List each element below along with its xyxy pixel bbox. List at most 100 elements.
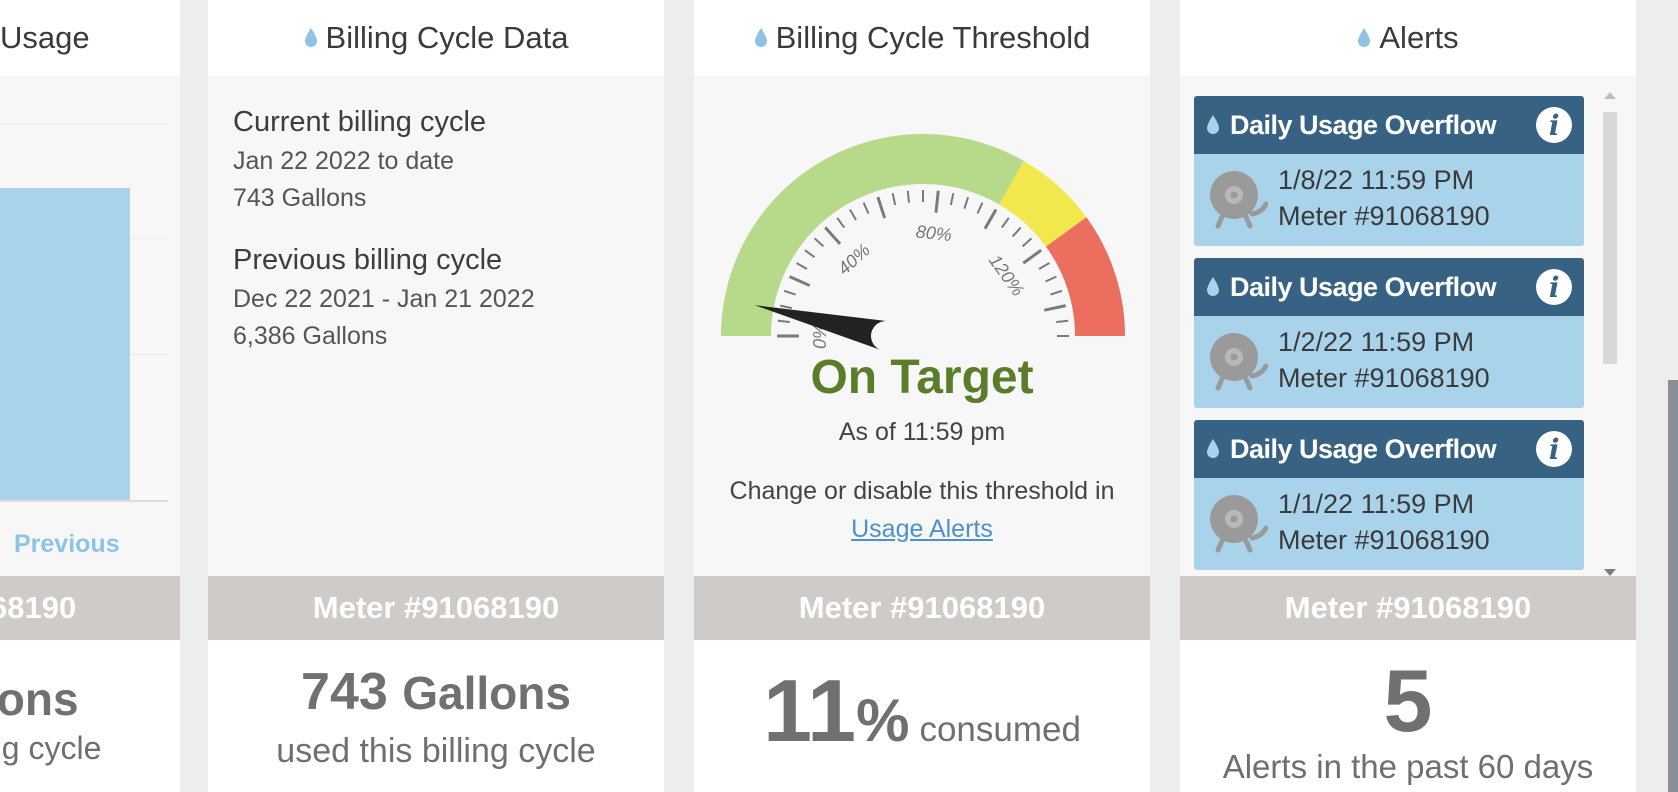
threshold-summary: 11% consumed — [694, 640, 1150, 792]
gauge-tick-label: 80% — [915, 221, 953, 245]
gauge-tick — [934, 190, 940, 213]
alert-meter: Meter #91068190 — [1278, 201, 1490, 231]
threshold-status: On Target — [810, 351, 1034, 404]
usage-summary: lons ng cycle — [0, 640, 180, 792]
gauge-tick — [1038, 262, 1050, 270]
alerts-list[interactable]: Daily Usage Overflow i 1/8/22 11:59 PM M… — [1194, 96, 1584, 576]
gauge-tick — [804, 249, 816, 259]
gauge-tick — [1011, 226, 1022, 238]
billing-cycle-data-card: Billing Cycle Data Current billing cycle… — [208, 0, 664, 792]
alerts-summary: 5 Alerts in the past 60 days — [1180, 640, 1636, 792]
alert-meter: Meter #91068190 — [1278, 363, 1490, 393]
usage-alerts-link[interactable]: Usage Alerts — [851, 515, 993, 543]
alerts-scrollbar[interactable] — [1600, 88, 1620, 576]
previous-cycle-block: Previous billing cycle Dec 22 2021 - Jan… — [233, 244, 535, 351]
alerts-list-panel[interactable]: Daily Usage Overflow i 1/8/22 11:59 PM M… — [1180, 76, 1636, 576]
scrollbar-thumb[interactable] — [1603, 112, 1617, 364]
threshold-change-note: Change or disable this threshold in Usag… — [694, 472, 1150, 548]
gauge-tick — [1043, 304, 1067, 312]
meter-number: 68190 — [0, 590, 77, 625]
gauge-tick — [983, 208, 998, 230]
alert-title: Daily Usage Overflow — [1230, 433, 1497, 464]
gauge-tick — [777, 319, 790, 323]
chart-gridline — [0, 124, 168, 125]
water-drop-icon — [754, 28, 767, 47]
alert-text: 1/1/22 11:59 PM Meter #91068190 — [1278, 486, 1490, 558]
consumed-label: consumed — [919, 710, 1081, 749]
chart-axis — [0, 500, 168, 502]
gauge-green-band — [721, 134, 1024, 336]
current-cycle-block: Current billing cycle Jan 22 2022 to dat… — [233, 106, 486, 213]
water-drop-icon — [1207, 277, 1219, 296]
alarm-bell-icon — [1210, 333, 1268, 391]
gauge-tick — [783, 289, 796, 296]
alert-header: Daily Usage Overflow i — [1194, 258, 1584, 316]
billing-summary: 743 Gallons used this billing cycle — [208, 640, 664, 792]
billing-cycle-details: Current billing cycle Jan 22 2022 to dat… — [208, 76, 664, 576]
info-icon[interactable]: i — [1536, 107, 1572, 143]
gauge-tick — [813, 237, 825, 248]
meter-label: 68190 — [0, 576, 180, 640]
gauge-tick — [906, 190, 910, 203]
gauge-tick — [1050, 289, 1063, 296]
alert-text: 1/8/22 11:59 PM Meter #91068190 — [1278, 162, 1490, 234]
window-edge — [1668, 380, 1678, 792]
gauge-tick — [1022, 248, 1042, 265]
percent-sign: % — [856, 687, 910, 754]
threshold-gauge: 0%40%80%120% — [721, 134, 1125, 351]
meter-number: Meter #91068190 — [798, 590, 1046, 625]
alerts-caption: Alerts in the past 60 days — [1222, 748, 1594, 785]
gauge-tick — [949, 192, 955, 206]
water-drop-icon — [1207, 439, 1219, 458]
gauge-tick — [849, 209, 857, 221]
gauge-tick — [876, 196, 887, 219]
threshold-change-text: Change or disable this threshold in — [729, 477, 1115, 505]
alert-details: 1/8/22 11:59 PM Meter #91068190 — [1194, 154, 1584, 246]
billing-cycle-data-title: Billing Cycle Data — [325, 20, 569, 55]
gauge-tick — [796, 262, 808, 270]
percent-value: 11 — [763, 661, 857, 760]
info-icon[interactable]: i — [1536, 269, 1572, 305]
usage-card-header: Usage — [0, 0, 180, 76]
gauge-tick — [1045, 275, 1057, 283]
usage-total: lons — [0, 673, 79, 725]
threshold-header: Billing Cycle Threshold — [694, 0, 1150, 76]
previous-cycle-range: Dec 22 2021 - Jan 21 2022 — [233, 285, 535, 313]
alert-header: Daily Usage Overflow i — [1194, 96, 1584, 154]
alert-item[interactable]: Daily Usage Overflow i 1/8/22 11:59 PM M… — [1194, 96, 1584, 246]
gauge-tick — [1056, 319, 1069, 323]
previous-usage-bar[interactable] — [0, 188, 130, 500]
alarm-bell-icon — [1210, 171, 1268, 229]
usage-card: Usage Previous 68190 lons ng cycle — [0, 0, 180, 792]
alerts-card: Alerts Daily Usage Overflow i 1/8/22 11:… — [1180, 0, 1636, 792]
scroll-down-arrow-icon[interactable] — [1604, 569, 1616, 576]
alert-item[interactable]: Daily Usage Overflow i 1/2/22 11:59 PM M… — [1194, 258, 1584, 408]
meter-label: Meter #91068190 — [1180, 576, 1636, 640]
alert-item[interactable]: Daily Usage Overflow i 1/1/22 11:59 PM M… — [1194, 420, 1584, 570]
meter-label: Meter #91068190 — [694, 576, 1150, 640]
current-cycle-range: Jan 22 2022 to date — [233, 147, 455, 175]
gauge-tick — [836, 217, 846, 229]
previous-cycle-amount: 6,386 Gallons — [233, 322, 388, 350]
alert-title: Daily Usage Overflow — [1230, 109, 1497, 140]
billing-cycle-data-header: Billing Cycle Data — [208, 0, 664, 76]
gallons-value: 743 — [301, 663, 388, 721]
gallons-unit: Gallons — [402, 667, 571, 719]
meter-number: Meter #91068190 — [1284, 590, 1532, 625]
alerts-header: Alerts — [1180, 0, 1636, 76]
gauge-tick — [963, 196, 970, 209]
percent-consumed: 11% consumed — [694, 660, 1150, 762]
threshold-title: Billing Cycle Threshold — [775, 20, 1091, 55]
current-cycle-heading: Current billing cycle — [233, 106, 487, 138]
alert-datetime: 1/2/22 11:59 PM — [1278, 327, 1475, 357]
gauge-tick — [891, 192, 897, 206]
info-icon[interactable]: i — [1536, 431, 1572, 467]
alert-datetime: 1/1/22 11:59 PM — [1278, 489, 1475, 519]
alert-title: Daily Usage Overflow — [1230, 271, 1497, 302]
previous-cycle-heading: Previous billing cycle — [233, 244, 503, 276]
meter-number: Meter #91068190 — [312, 590, 560, 625]
gauge-tick — [824, 226, 842, 245]
scroll-up-arrow-icon[interactable] — [1604, 92, 1616, 99]
gauge-tick — [1000, 217, 1010, 229]
usage-caption: ng cycle — [0, 730, 102, 766]
